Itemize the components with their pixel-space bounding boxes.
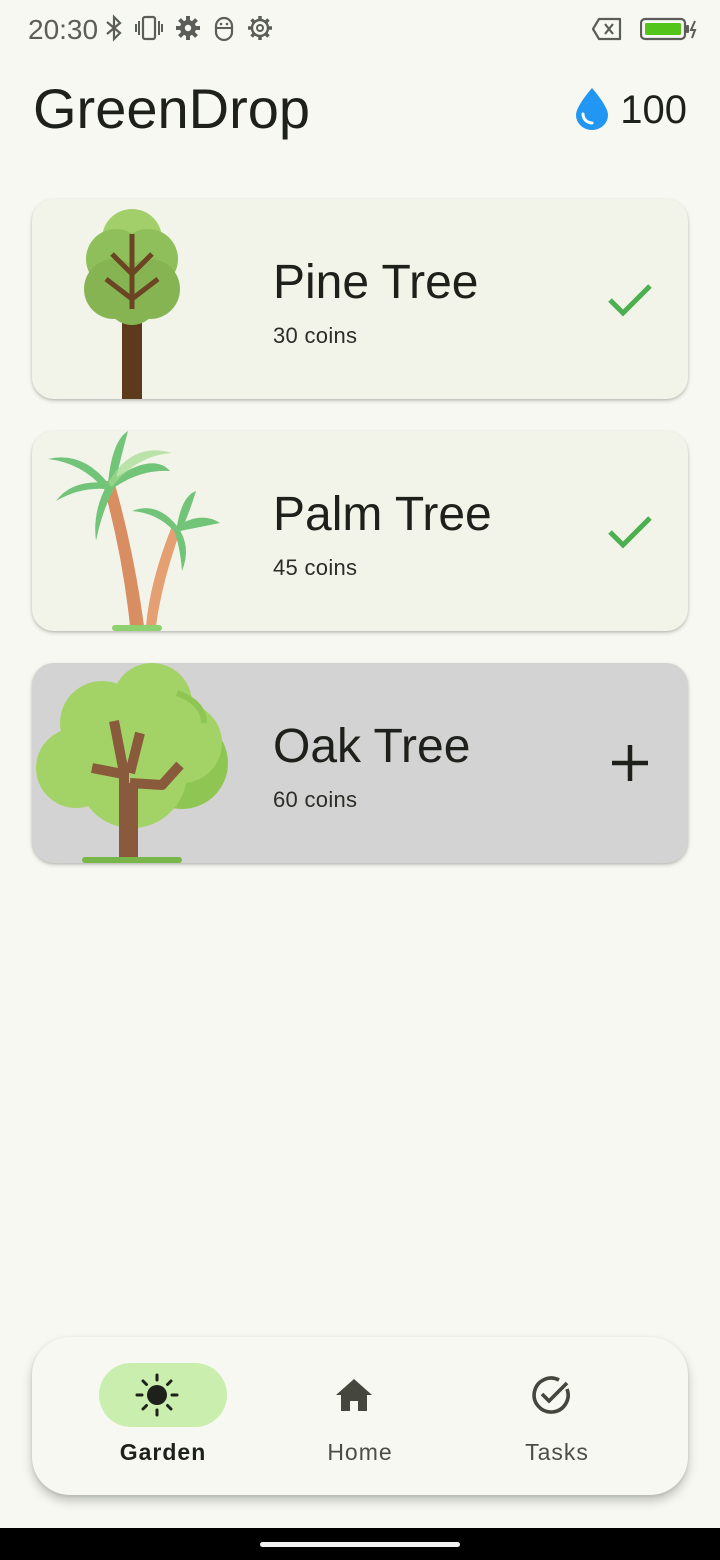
coin-count: 100 [620, 88, 687, 132]
sun-icon [135, 1373, 179, 1417]
status-time: 20:30 [28, 14, 99, 45]
plus-icon[interactable] [604, 737, 656, 789]
coin-balance: 100 [574, 86, 687, 135]
nav-item-tasks[interactable]: Tasks [473, 1363, 633, 1473]
pine-tree-image [32, 199, 252, 399]
tree-list: Pine Tree 30 coins Palm Tree 45 coins Oa… [32, 199, 688, 895]
tree-card-oak[interactable]: Oak Tree 60 coins [32, 663, 688, 863]
gesture-bar [0, 1528, 720, 1560]
palm-tree-image [32, 431, 252, 631]
nav-label: Garden [119, 1439, 207, 1465]
app-title: GreenDrop [33, 77, 311, 140]
status-right-icons [591, 16, 698, 47]
nav-item-home[interactable]: Home [276, 1363, 436, 1473]
battery-charging-icon [639, 16, 698, 47]
status-bar: 20:30 [0, 0, 720, 62]
tree-name: Pine Tree [273, 256, 479, 309]
tree-name: Palm Tree [273, 488, 492, 541]
check-circle-icon [529, 1373, 573, 1417]
bluetooth-icon [104, 14, 124, 42]
gear-outline-icon [246, 14, 274, 42]
nav-item-garden[interactable]: Garden [79, 1363, 239, 1473]
tree-price: 60 coins [273, 787, 358, 812]
checkmark-icon[interactable] [604, 505, 656, 557]
home-icon [332, 1373, 376, 1417]
gear-icon [174, 14, 202, 42]
nav-label: Home [327, 1439, 393, 1465]
bottom-navigation: Garden Home Tasks [32, 1337, 688, 1495]
checkmark-icon[interactable] [604, 273, 656, 325]
android-debug-icon [212, 14, 236, 42]
tree-card-pine[interactable]: Pine Tree 30 coins [32, 199, 688, 399]
tree-name: Oak Tree [273, 720, 471, 773]
oak-tree-image [32, 663, 252, 863]
no-sim-icon [591, 16, 622, 47]
status-left-icons [104, 14, 274, 42]
tree-price: 30 coins [273, 323, 358, 348]
tree-price: 45 coins [273, 555, 358, 580]
home-gesture-handle[interactable] [260, 1542, 460, 1547]
nav-label: Tasks [525, 1439, 589, 1465]
vibrate-icon [134, 14, 164, 42]
tree-card-palm[interactable]: Palm Tree 45 coins [32, 431, 688, 631]
water-drop-icon [574, 86, 610, 135]
